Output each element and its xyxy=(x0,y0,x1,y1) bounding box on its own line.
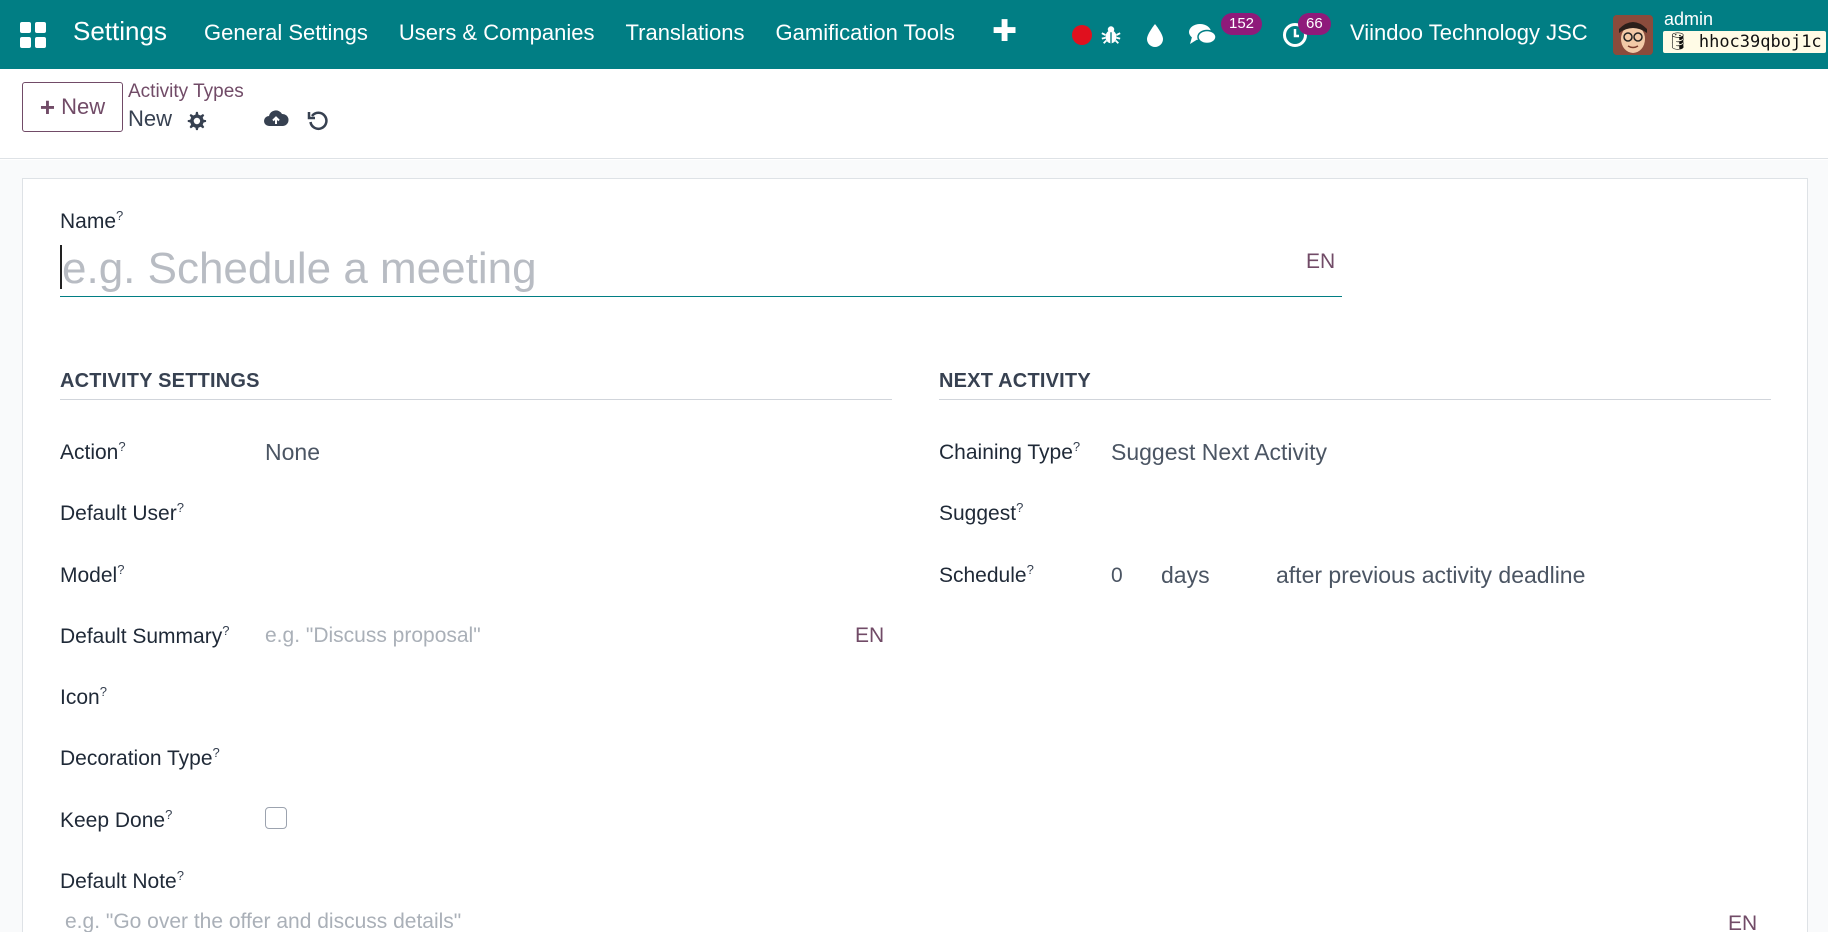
database-tag: 🛢 hhoc39qboj1c xyxy=(1663,31,1826,53)
default-user-label: Default User? xyxy=(60,500,184,525)
schedule-from-select[interactable]: after previous activity deadline xyxy=(1276,562,1585,589)
next-activity-title: NEXT ACTIVITY xyxy=(939,370,1091,392)
discard-undo-icon[interactable] xyxy=(306,108,330,137)
chaining-type-select[interactable]: Suggest Next Activity xyxy=(1111,439,1327,466)
icon-field[interactable] xyxy=(265,681,885,711)
breadcrumb-activity-types[interactable]: Activity Types xyxy=(128,81,244,103)
new-button[interactable]: + New xyxy=(22,82,123,132)
messages-icon[interactable] xyxy=(1185,0,1221,69)
suggest-label: Suggest? xyxy=(939,500,1024,525)
schedule-label: Schedule? xyxy=(939,562,1034,587)
menu-gamification-tools[interactable]: Gamification Tools xyxy=(776,20,955,46)
company-switcher[interactable]: Viindoo Technology JSC xyxy=(1350,20,1588,46)
top-navbar: Settings General Settings Users & Compan… xyxy=(0,0,1828,69)
name-label: Name? xyxy=(60,208,124,233)
save-cloud-icon[interactable] xyxy=(263,107,289,136)
database-icon: 🛢 xyxy=(1667,32,1689,52)
menu-users-companies[interactable]: Users & Companies xyxy=(399,20,595,46)
name-language-button[interactable]: EN xyxy=(1306,250,1335,274)
menu-translations[interactable]: Translations xyxy=(626,20,745,46)
chaining-type-label: Chaining Type? xyxy=(939,439,1081,464)
debug-bug-icon[interactable] xyxy=(1098,0,1124,69)
control-panel: + New Activity Types New xyxy=(0,69,1828,159)
schedule-unit-select[interactable]: days xyxy=(1161,562,1210,589)
model-label: Model? xyxy=(60,562,125,587)
keep-done-label: Keep Done? xyxy=(60,807,173,832)
main-menu: General Settings Users & Companies Trans… xyxy=(204,20,986,46)
default-summary-label: Default Summary? xyxy=(60,623,230,648)
action-label: Action? xyxy=(60,439,126,464)
default-summary-input[interactable]: e.g. "Discuss proposal" xyxy=(265,624,481,648)
plus-icon: + xyxy=(39,91,56,122)
note-language-button[interactable]: EN xyxy=(1728,912,1757,932)
summary-language-button[interactable]: EN xyxy=(855,624,884,648)
database-name: hhoc39qboj1c xyxy=(1698,32,1822,52)
section-divider xyxy=(939,399,1771,400)
activity-settings-title: ACTIVITY SETTINGS xyxy=(60,370,260,392)
model-field[interactable] xyxy=(265,559,885,589)
schedule-delay-input[interactable]: 0 xyxy=(1111,564,1123,588)
form-sheet: Name? EN ACTIVITY SETTINGS Action? None … xyxy=(22,178,1808,932)
default-note-editor[interactable]: e.g. "Go over the offer and discuss deta… xyxy=(65,910,461,932)
text-caret xyxy=(60,245,62,289)
name-input[interactable] xyxy=(60,241,1342,297)
apps-menu-icon[interactable] xyxy=(20,22,46,48)
user-avatar[interactable] xyxy=(1613,15,1653,55)
section-divider xyxy=(60,399,892,400)
menu-general-settings[interactable]: General Settings xyxy=(204,20,368,46)
theme-drop-icon[interactable] xyxy=(1143,0,1167,69)
breadcrumb-current: New xyxy=(128,106,173,131)
keep-done-checkbox[interactable] xyxy=(265,807,287,829)
activities-count-badge: 66 xyxy=(1298,13,1331,35)
form-view: Name? EN ACTIVITY SETTINGS Action? None … xyxy=(0,160,1828,932)
record-icon[interactable] xyxy=(1070,0,1094,69)
default-note-label: Default Note? xyxy=(60,868,184,893)
new-button-label: New xyxy=(61,94,106,119)
suggest-field[interactable] xyxy=(1111,497,1751,527)
messages-count-badge: 152 xyxy=(1221,13,1263,35)
icon-label: Icon? xyxy=(60,684,107,709)
app-title[interactable]: Settings xyxy=(73,16,167,47)
gear-icon[interactable] xyxy=(185,110,207,137)
decoration-type-select[interactable] xyxy=(265,742,885,772)
action-select[interactable]: None xyxy=(265,439,320,466)
plus-icon[interactable]: ✚ xyxy=(992,14,1017,49)
user-name[interactable]: admin xyxy=(1664,9,1713,30)
decoration-type-label: Decoration Type? xyxy=(60,745,220,770)
default-user-field[interactable] xyxy=(265,497,885,527)
